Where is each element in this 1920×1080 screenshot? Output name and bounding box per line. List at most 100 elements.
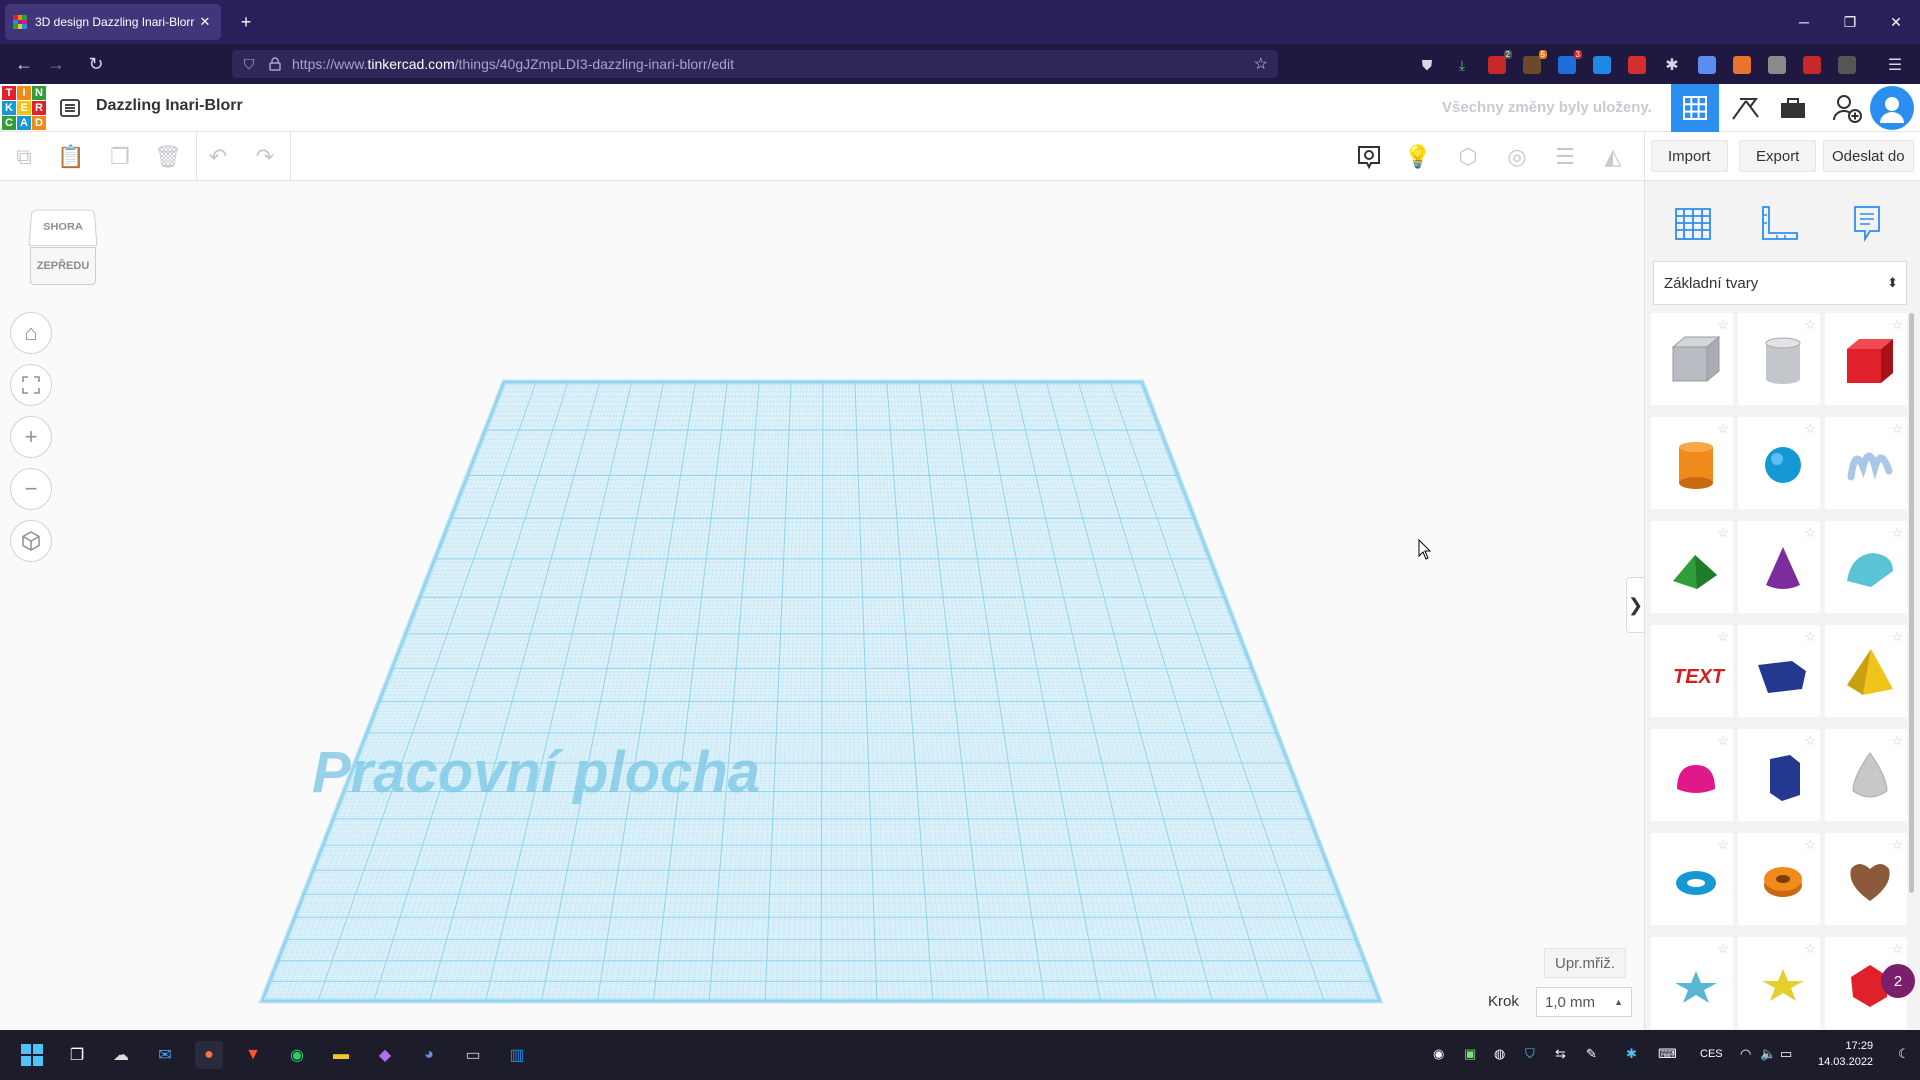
bluetooth-icon[interactable]: ✱ — [1626, 1046, 1637, 1062]
back-icon[interactable]: ← — [10, 50, 38, 78]
redo-icon[interactable]: ↷ — [250, 142, 280, 172]
align-icon[interactable]: ☰ — [1550, 142, 1580, 172]
zoom-in-icon[interactable]: + — [10, 416, 52, 458]
favorite-star-icon[interactable]: ☆ — [1804, 629, 1816, 645]
favorite-star-icon[interactable]: ☆ — [1804, 421, 1816, 437]
shape-tile-box[interactable]: ☆ — [1825, 313, 1907, 405]
shape-tile-cylinder[interactable]: ☆ — [1651, 417, 1733, 509]
messenger-icon[interactable]: ◆ — [371, 1041, 399, 1069]
tray-icon-5[interactable]: ⇆ — [1555, 1046, 1566, 1062]
favorite-star-icon[interactable]: ☆ — [1717, 421, 1729, 437]
forward-icon[interactable]: → — [42, 50, 70, 78]
new-tab-button[interactable]: + — [234, 10, 258, 34]
design-title[interactable]: Dazzling Inari-Blorr — [96, 97, 243, 115]
shape-tile-tube[interactable]: ☆ — [1738, 833, 1820, 925]
export-button[interactable]: Export — [1739, 140, 1817, 172]
terminal-icon[interactable]: ▭ — [459, 1041, 487, 1069]
lightbulb-icon[interactable]: 💡 — [1403, 142, 1433, 172]
browser-tab[interactable]: 3D design Dazzling Inari-Blorr | ✕ — [5, 4, 221, 40]
add-user-icon[interactable] — [1823, 84, 1871, 132]
shape-tile-scribble[interactable]: ☆ — [1825, 417, 1907, 509]
favorite-star-icon[interactable]: ☆ — [1891, 629, 1903, 645]
shield-icon[interactable]: ⛉ — [232, 56, 266, 73]
extension-8-icon[interactable] — [1768, 56, 1786, 74]
extension-1-icon[interactable]: 2 — [1488, 50, 1512, 74]
language-indicator[interactable]: CES — [1700, 1048, 1723, 1060]
home-view-icon[interactable]: ⌂ — [10, 312, 52, 354]
favorite-star-icon[interactable]: ☆ — [1717, 525, 1729, 541]
favorite-star-icon[interactable]: ☆ — [1717, 837, 1729, 853]
tray-icon-2[interactable]: ▣ — [1464, 1046, 1476, 1062]
duplicate-icon[interactable]: ❐ — [105, 142, 135, 172]
import-button[interactable]: Import — [1651, 140, 1728, 172]
perspective-icon[interactable] — [10, 520, 52, 562]
reload-icon[interactable]: ↻ — [82, 50, 110, 78]
onedrive-icon[interactable]: ☁ — [107, 1041, 135, 1069]
close-tab-icon[interactable]: ✕ — [197, 14, 213, 30]
favorite-star-icon[interactable]: ☆ — [1891, 317, 1903, 333]
task-view-icon[interactable]: ❐ — [63, 1041, 91, 1069]
copy-icon[interactable]: ⧉ — [9, 142, 39, 172]
panel-collapse-chevron-icon[interactable]: ❯ — [1626, 577, 1644, 633]
tray-icon-1[interactable]: ◉ — [1433, 1046, 1444, 1062]
hamburger-menu-icon[interactable]: ☰ — [1886, 56, 1904, 74]
undo-icon[interactable]: ↶ — [203, 142, 233, 172]
edit-grid-button[interactable]: Upr.mřiž. — [1544, 948, 1626, 978]
battery-icon[interactable]: ▭ — [1780, 1046, 1792, 1062]
defender-tray-icon[interactable]: ⛉ — [1525, 1046, 1535, 1062]
favorite-star-icon[interactable]: ☆ — [1891, 941, 1903, 957]
bookmark-star-icon[interactable]: ☆ — [1254, 54, 1268, 74]
workspace-viewport[interactable]: Pracovní plocha SHORA ZEPŘEDU ⌂ + − Upr.… — [0, 181, 1644, 1030]
pen-tray-icon[interactable]: ✎ — [1586, 1046, 1597, 1062]
extensions-puzzle-icon[interactable]: ✱ — [1663, 56, 1681, 74]
minimize-icon[interactable]: ─ — [1786, 8, 1822, 36]
tinkercad-logo[interactable]: T I N K E R C A D — [2, 86, 46, 130]
favorite-star-icon[interactable]: ☆ — [1717, 317, 1729, 333]
lessons-briefcase-icon[interactable] — [1769, 84, 1817, 132]
shape-tile-heart[interactable]: ☆ — [1825, 833, 1907, 925]
shape-library-select[interactable]: Základní tvary ⬍ — [1653, 261, 1907, 305]
snap-grid-select[interactable]: 1,0 mm ▲ — [1536, 987, 1632, 1017]
mirror-icon[interactable]: ◭ — [1598, 142, 1628, 172]
workplane-grid-icon[interactable] — [1665, 195, 1721, 251]
close-window-icon[interactable]: ✕ — [1878, 8, 1914, 36]
workplane-grid[interactable]: Pracovní plocha — [0, 181, 1644, 1030]
wifi-icon[interactable]: ◠ — [1740, 1046, 1751, 1062]
discord-icon[interactable]: ◕ — [415, 1041, 443, 1069]
shape-tile-half-sphere[interactable]: ☆ — [1651, 729, 1733, 821]
viewcube-front-face[interactable]: ZEPŘEDU — [30, 247, 96, 285]
chrome-tray-icon[interactable]: ◍ — [1494, 1046, 1505, 1062]
view-cube[interactable]: SHORA ZEPŘEDU — [28, 207, 98, 285]
send-to-button[interactable]: Odeslat do — [1823, 140, 1914, 172]
favorite-star-icon[interactable]: ☆ — [1804, 733, 1816, 749]
shape-tile-torus[interactable]: ☆ — [1651, 833, 1733, 925]
shape-tile-round-roof[interactable]: ☆ — [1825, 521, 1907, 613]
favorite-star-icon[interactable]: ☆ — [1717, 629, 1729, 645]
keyboard-icon[interactable]: ⌨ — [1658, 1046, 1677, 1062]
favorite-star-icon[interactable]: ☆ — [1804, 941, 1816, 957]
extension-5-icon[interactable] — [1628, 56, 1646, 74]
extension-6-icon[interactable] — [1698, 56, 1716, 74]
3d-design-view-button[interactable] — [1671, 84, 1719, 132]
restore-icon[interactable]: ❐ — [1832, 8, 1868, 36]
shape-tile-star[interactable]: ☆ — [1651, 937, 1733, 1029]
fit-view-icon[interactable] — [10, 364, 52, 406]
night-mode-icon[interactable]: ☾ — [1898, 1046, 1910, 1062]
favorite-star-icon[interactable]: ☆ — [1804, 837, 1816, 853]
blocks-codeblocks-icon[interactable] — [1721, 84, 1769, 132]
lock-icon[interactable] — [266, 57, 284, 71]
notification-badge[interactable]: 2 — [1881, 964, 1915, 998]
extension-7-icon[interactable] — [1733, 56, 1751, 74]
shape-tile-wedge[interactable]: ☆ — [1738, 625, 1820, 717]
mail-icon[interactable]: ✉ — [151, 1041, 179, 1069]
extension-10-icon[interactable] — [1838, 56, 1856, 74]
ruler-icon[interactable] — [1751, 195, 1807, 251]
shape-tile-polygon[interactable]: ☆ — [1738, 729, 1820, 821]
favorite-star-icon[interactable]: ☆ — [1804, 317, 1816, 333]
notes-visibility-icon[interactable] — [1354, 142, 1384, 172]
favorite-star-icon[interactable]: ☆ — [1891, 837, 1903, 853]
shape-tile-sphere[interactable]: ☆ — [1738, 417, 1820, 509]
downloads-icon[interactable]: ⤓ — [1453, 56, 1471, 74]
shape-tile-pyramid[interactable]: ☆ — [1825, 625, 1907, 717]
notes-icon[interactable] — [1839, 195, 1895, 251]
